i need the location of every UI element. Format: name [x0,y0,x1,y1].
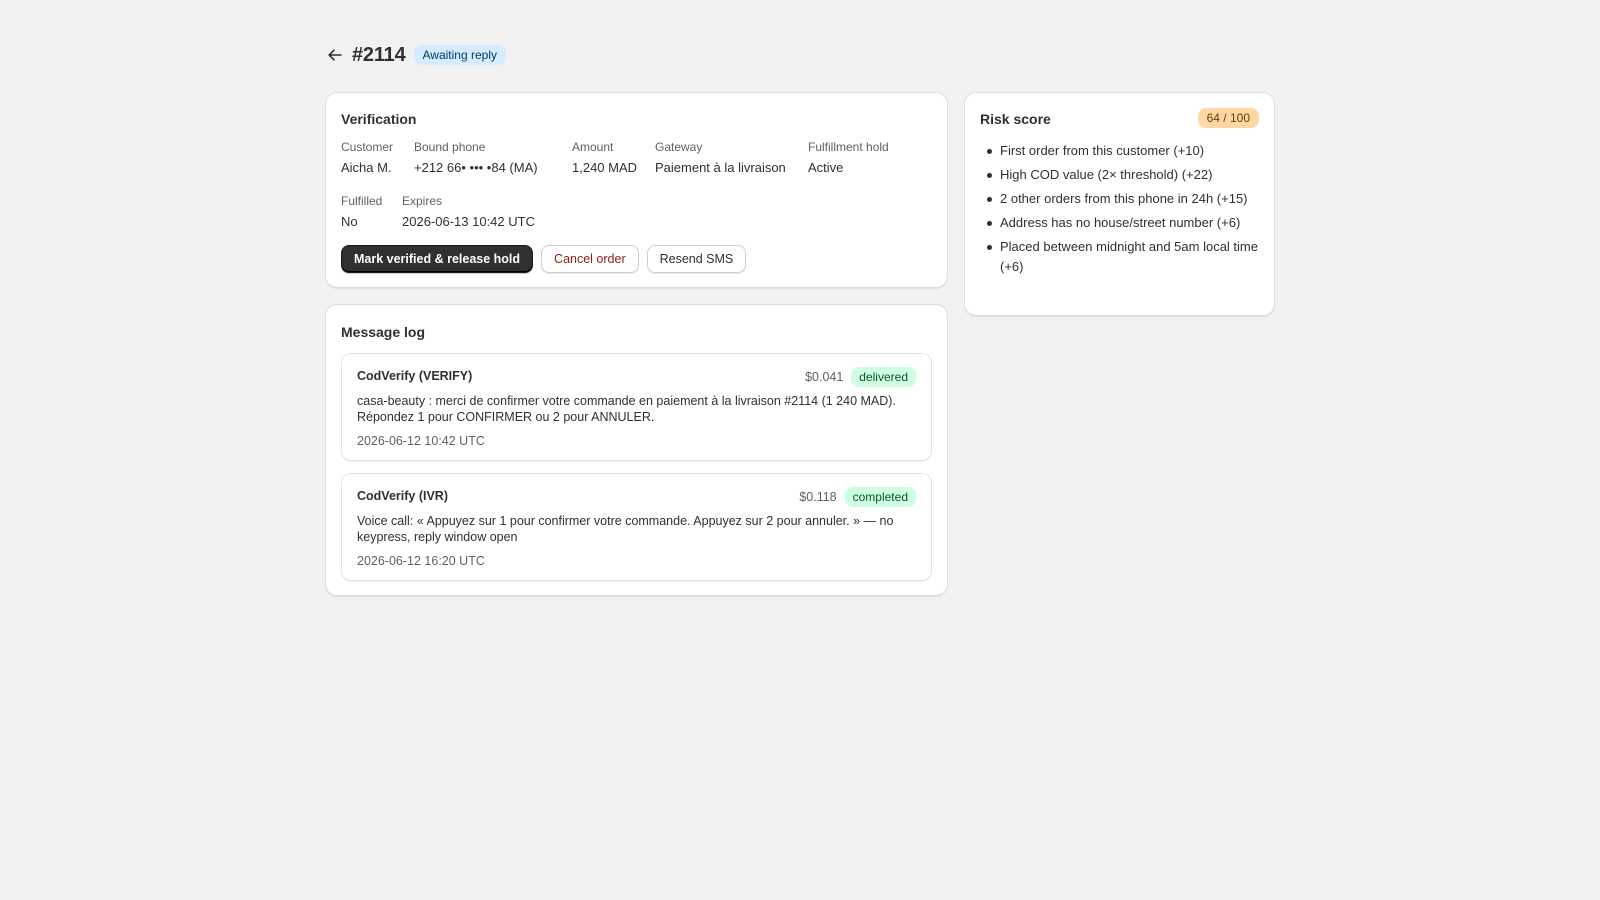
customer-field: Customer Aicha M. [341,140,393,176]
fulfillment-hold-value: Active [808,160,844,175]
risk-score-title: Risk score [980,111,1051,127]
amount-field: Amount 1,240 MAD [572,140,637,176]
message-item: CodVerify (IVR) $0.118 completed Voice c… [341,473,932,581]
expires-value: 2026-06-13 10:42 UTC [402,214,535,229]
risk-factor: First order from this customer (+10) [985,141,1267,161]
page-header: #2114 Awaiting reply [326,40,506,70]
verification-title: Verification [341,111,417,127]
bound-phone-value: +212 66• ••• •84 (MA) [414,160,538,175]
message-body: Voice call: « Appuyez sur 1 pour confirm… [357,514,894,544]
fulfilled-value: No [341,214,358,229]
back-button[interactable] [322,42,348,68]
status-badge: Awaiting reply [413,45,506,65]
resend-sms-button[interactable]: Resend SMS [646,245,747,273]
message-log-title: Message log [341,324,426,340]
amount-value: 1,240 MAD [572,160,638,175]
gateway-field: Gateway Paiement à la livraison [655,140,786,176]
fulfilled-label: Fulfilled [341,194,383,208]
page-title: #2114 [352,43,406,66]
message-meta: $0.118 completed [799,487,916,507]
message-status-badge: delivered [851,367,916,387]
fulfillment-hold-label: Fulfillment hold [808,140,889,154]
risk-factor: 2 other orders from this phone in 24h (+… [985,189,1267,209]
message-status-badge: completed [844,487,916,507]
message-cost: $0.041 [805,370,844,384]
gateway-label: Gateway [655,140,703,154]
verification-card: Verification Customer Aicha M. Bound pho… [325,92,948,288]
customer-value: Aicha M. [341,160,392,175]
risk-factor: Address has no house/street number (+6) [985,213,1267,233]
customer-label: Customer [341,140,394,154]
amount-label: Amount [572,140,614,154]
mark-verified-button[interactable]: Mark verified & release hold [341,245,534,273]
expires-field: Expires 2026-06-13 10:42 UTC [402,194,535,230]
expires-label: Expires [402,194,443,208]
verification-actions: Mark verified & release hold Cancel orde… [341,245,747,273]
risk-factor: High COD value (2× threshold) (+22) [985,165,1267,185]
arrow-left-icon [328,49,342,61]
fulfillment-hold-field: Fulfillment hold Active [808,140,889,176]
message-body: casa-beauty : merci de confirmer votre c… [357,394,896,424]
bound-phone-label: Bound phone [414,140,486,154]
message-sender: CodVerify (IVR) [357,489,448,503]
message-timestamp: 2026-06-12 16:20 UTC [357,554,485,568]
message-cost: $0.118 [799,490,837,504]
cancel-order-button[interactable]: Cancel order [541,245,639,273]
message-log-card: Message log CodVerify (VERIFY) $0.041 de… [325,304,948,596]
risk-factor: Placed between midnight and 5am local ti… [985,237,1267,277]
message-sender: CodVerify (VERIFY) [357,369,473,383]
bound-phone-field: Bound phone +212 66• ••• •84 (MA) [414,140,538,176]
message-meta: $0.041 delivered [805,367,916,387]
fulfilled-field: Fulfilled No [341,194,382,230]
risk-score-card: Risk score 64 / 100 First order from thi… [964,92,1275,316]
risk-score-badge: 64 / 100 [1197,108,1259,128]
risk-factor-list: First order from this customer (+10) Hig… [985,141,1267,281]
message-item: CodVerify (VERIFY) $0.041 delivered casa… [341,353,932,461]
gateway-value: Paiement à la livraison [655,160,786,175]
message-timestamp: 2026-06-12 10:42 UTC [357,434,485,448]
